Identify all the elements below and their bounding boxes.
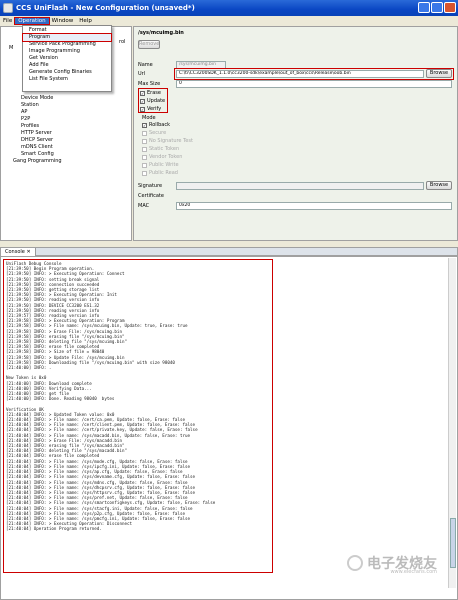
tree-item-smart-config[interactable]: Smart Config xyxy=(21,151,54,157)
watermark: 电子发烧友 www.elecfans.com xyxy=(347,553,437,575)
watermark-logo-icon xyxy=(347,555,363,571)
menu-item-format[interactable]: Format xyxy=(23,27,111,34)
console-output[interactable]: UniFlash Debug Console [21:39:50] Begin P… xyxy=(3,259,273,573)
operation-menu: Format Program Service Pack Programming … xyxy=(22,25,112,92)
console-panel: UniFlash Debug Console [21:39:50] Begin P… xyxy=(0,256,458,600)
tree-item-gang-programming[interactable]: Gang Programming xyxy=(13,158,62,164)
static-token-label: Static Token xyxy=(149,146,180,152)
public-write-checkbox[interactable]: Public Write xyxy=(142,162,179,168)
tree-item-ap[interactable]: AP xyxy=(21,109,27,115)
menu-item-list-file-system[interactable]: List File System xyxy=(23,76,111,83)
maximize-button[interactable] xyxy=(431,2,443,13)
name-label: Name xyxy=(138,62,153,68)
window-controls xyxy=(418,2,456,13)
tree-partial-text: rol xyxy=(119,39,126,45)
minimize-button[interactable] xyxy=(418,2,430,13)
tree-partial-text: M xyxy=(9,45,14,51)
static-token-checkbox[interactable]: Static Token xyxy=(142,146,179,152)
mac-label: MAC xyxy=(138,203,150,209)
menu-help[interactable]: Help xyxy=(76,18,95,24)
public-write-label: Public Write xyxy=(149,162,179,168)
no-signature-test-label: No Signature Test xyxy=(149,138,193,144)
public-read-label: Public Read xyxy=(149,170,178,176)
tree-item-mdns-client[interactable]: mDNS Client xyxy=(21,144,53,150)
menu-item-generate-config[interactable]: Generate Config Binaries xyxy=(23,69,111,76)
console-scrollbar[interactable] xyxy=(448,258,456,588)
menu-bar: File Operation Window Help xyxy=(0,16,458,25)
close-button[interactable] xyxy=(444,2,456,13)
tree-item-dhcp-server[interactable]: DHCP Server xyxy=(21,137,53,143)
menu-operation[interactable]: Operation xyxy=(14,16,50,25)
options-highlight xyxy=(138,88,168,113)
menu-item-add-file[interactable]: Add File xyxy=(23,62,111,69)
remove-button[interactable]: Remove xyxy=(138,40,160,49)
menu-item-service-pack[interactable]: Service Pack Programming xyxy=(23,41,111,48)
tree-item-p2p[interactable]: P2P xyxy=(21,116,30,122)
certificate-label: Certificate xyxy=(138,193,164,199)
menu-file[interactable]: File xyxy=(0,18,15,24)
tree-item-http-server[interactable]: HTTP Server xyxy=(21,130,52,136)
public-read-checkbox[interactable]: Public Read xyxy=(142,170,178,176)
vendor-token-label: Vendor Token xyxy=(149,154,183,160)
console-tab-bar: Console ✕ xyxy=(0,247,458,256)
title-bar: CCS UniFlash - New Configuration (unsave… xyxy=(0,0,458,16)
url-highlight xyxy=(174,68,454,80)
max-size-label: Max Size xyxy=(138,81,161,87)
rollback-checkbox[interactable]: ✓ Rollback xyxy=(142,122,170,128)
scroll-thumb[interactable] xyxy=(450,518,456,568)
file-path-title: /sys/mcuimg.bin xyxy=(138,30,184,36)
no-signature-test-checkbox[interactable]: No Signature Test xyxy=(142,138,193,144)
tree-item-device-mode[interactable]: Device Mode xyxy=(21,95,53,101)
signature-field[interactable] xyxy=(176,182,424,190)
window-title: CCS UniFlash - New Configuration (unsave… xyxy=(16,4,195,12)
console-line: [21:40:04] Operation Program returned. xyxy=(6,526,102,532)
file-panel: /sys/mcuimg.bin Remove Name /sys/mcuimg.… xyxy=(133,26,458,241)
signature-browse-button[interactable]: Browse xyxy=(426,181,452,190)
menu-item-program[interactable]: Program xyxy=(22,33,112,42)
max-size-field[interactable]: 0 xyxy=(176,80,452,88)
tab-console[interactable]: Console ✕ xyxy=(1,247,36,256)
rollback-label: Rollback xyxy=(149,122,170,128)
checkmark-icon: ✓ xyxy=(142,122,147,128)
menu-item-image-programming[interactable]: Image Programming xyxy=(23,48,111,55)
mode-label: Mode xyxy=(142,115,156,121)
console-tab-label: Console xyxy=(5,248,25,255)
tree-item-profiles[interactable]: Profiles xyxy=(21,123,39,129)
tree-item-station[interactable]: Station xyxy=(21,102,39,108)
menu-window[interactable]: Window xyxy=(49,18,77,24)
mac-field[interactable]: 0x20 xyxy=(176,202,452,210)
vendor-token-checkbox[interactable]: Vendor Token xyxy=(142,154,182,160)
secure-checkbox[interactable]: Secure xyxy=(142,130,166,136)
signature-label: Signature xyxy=(138,183,163,189)
secure-label: Secure xyxy=(149,130,167,136)
menu-item-get-version[interactable]: Get Version xyxy=(23,55,111,62)
watermark-site: www.elecfans.com xyxy=(390,569,437,575)
url-label: Url xyxy=(138,71,146,77)
app-icon xyxy=(3,3,13,13)
